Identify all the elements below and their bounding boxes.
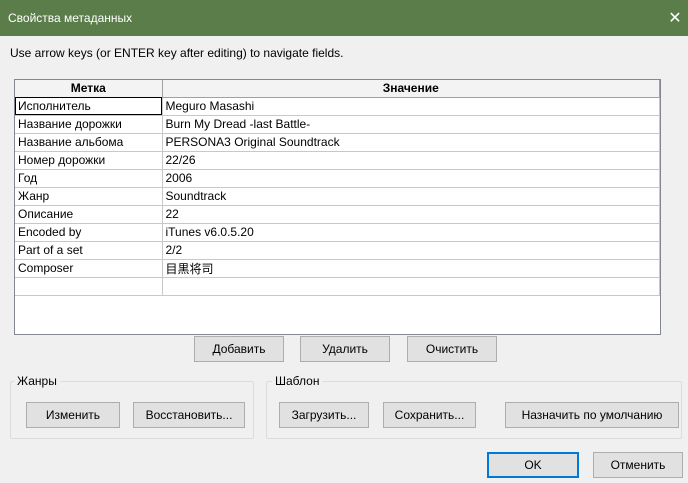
table-row[interactable]: Composer 目黒将司	[15, 259, 660, 278]
cell-value[interactable]: 目黒将司	[162, 259, 660, 278]
cell-value[interactable]: 22/26	[162, 151, 660, 170]
column-header-label[interactable]: Метка	[15, 80, 163, 98]
table-row-empty[interactable]	[15, 277, 660, 296]
add-button[interactable]: Добавить	[194, 336, 284, 362]
metadata-grid[interactable]: Метка Значение Исполнитель Meguro Masash…	[14, 79, 661, 335]
cell-value[interactable]: Meguro Masashi	[162, 97, 660, 116]
save-template-button[interactable]: Сохранить...	[383, 402, 476, 428]
set-default-template-button[interactable]: Назначить по умолчанию	[505, 402, 679, 428]
window-title: Свойства метаданных	[8, 11, 133, 25]
template-group-label: Шаблон	[272, 374, 323, 388]
table-row[interactable]: Название альбома PERSONA3 Original Sound…	[15, 133, 660, 152]
ok-button[interactable]: OK	[487, 452, 579, 478]
genres-group-label: Жанры	[14, 374, 60, 388]
cell-label[interactable]: Composer	[15, 259, 163, 278]
cell-label[interactable]: Год	[15, 169, 163, 188]
cell-label[interactable]: Исполнитель	[15, 97, 163, 116]
cell-label[interactable]: Жанр	[15, 187, 163, 206]
cancel-button[interactable]: Отменить	[593, 452, 683, 478]
close-icon[interactable]: ✕	[662, 0, 688, 36]
load-template-button[interactable]: Загрузить...	[279, 402, 369, 428]
title-bar: Свойства метаданных ✕	[0, 0, 688, 36]
restore-genres-button[interactable]: Восстановить...	[133, 402, 245, 428]
column-header-value[interactable]: Значение	[162, 80, 660, 98]
table-header: Метка Значение	[15, 80, 660, 98]
metadata-table: Метка Значение Исполнитель Meguro Masash…	[15, 80, 660, 296]
cell-value[interactable]: 2/2	[162, 241, 660, 260]
cell-value[interactable]: 2006	[162, 169, 660, 188]
table-row[interactable]: Название дорожки Burn My Dread -last Bat…	[15, 115, 660, 134]
cell-value[interactable]: Soundtrack	[162, 187, 660, 206]
cell-value[interactable]: Burn My Dread -last Battle-	[162, 115, 660, 134]
cell-label[interactable]: Описание	[15, 205, 163, 224]
navigation-hint: Use arrow keys (or ENTER key after editi…	[10, 46, 344, 60]
cell-label[interactable]: Название альбома	[15, 133, 163, 152]
cell-value[interactable]: PERSONA3 Original Soundtrack	[162, 133, 660, 152]
table-row[interactable]: Год 2006	[15, 169, 660, 188]
cell-label[interactable]: Encoded by	[15, 223, 163, 242]
cell-label[interactable]: Название дорожки	[15, 115, 163, 134]
cell-value[interactable]: iTunes v6.0.5.20	[162, 223, 660, 242]
table-row[interactable]: Жанр Soundtrack	[15, 187, 660, 206]
cell-label[interactable]: Part of a set	[15, 241, 163, 260]
cell-value[interactable]	[162, 277, 660, 296]
edit-genres-button[interactable]: Изменить	[26, 402, 120, 428]
table-row[interactable]: Encoded by iTunes v6.0.5.20	[15, 223, 660, 242]
table-row[interactable]: Описание 22	[15, 205, 660, 224]
table-row[interactable]: Исполнитель Meguro Masashi	[15, 97, 660, 116]
delete-button[interactable]: Удалить	[300, 336, 390, 362]
clear-button[interactable]: Очистить	[407, 336, 497, 362]
dialog-body: Use arrow keys (or ENTER key after editi…	[0, 36, 688, 483]
cell-value[interactable]: 22	[162, 205, 660, 224]
cell-label[interactable]	[15, 277, 163, 296]
table-row[interactable]: Номер дорожки 22/26	[15, 151, 660, 170]
table-row[interactable]: Part of a set 2/2	[15, 241, 660, 260]
cell-label[interactable]: Номер дорожки	[15, 151, 163, 170]
